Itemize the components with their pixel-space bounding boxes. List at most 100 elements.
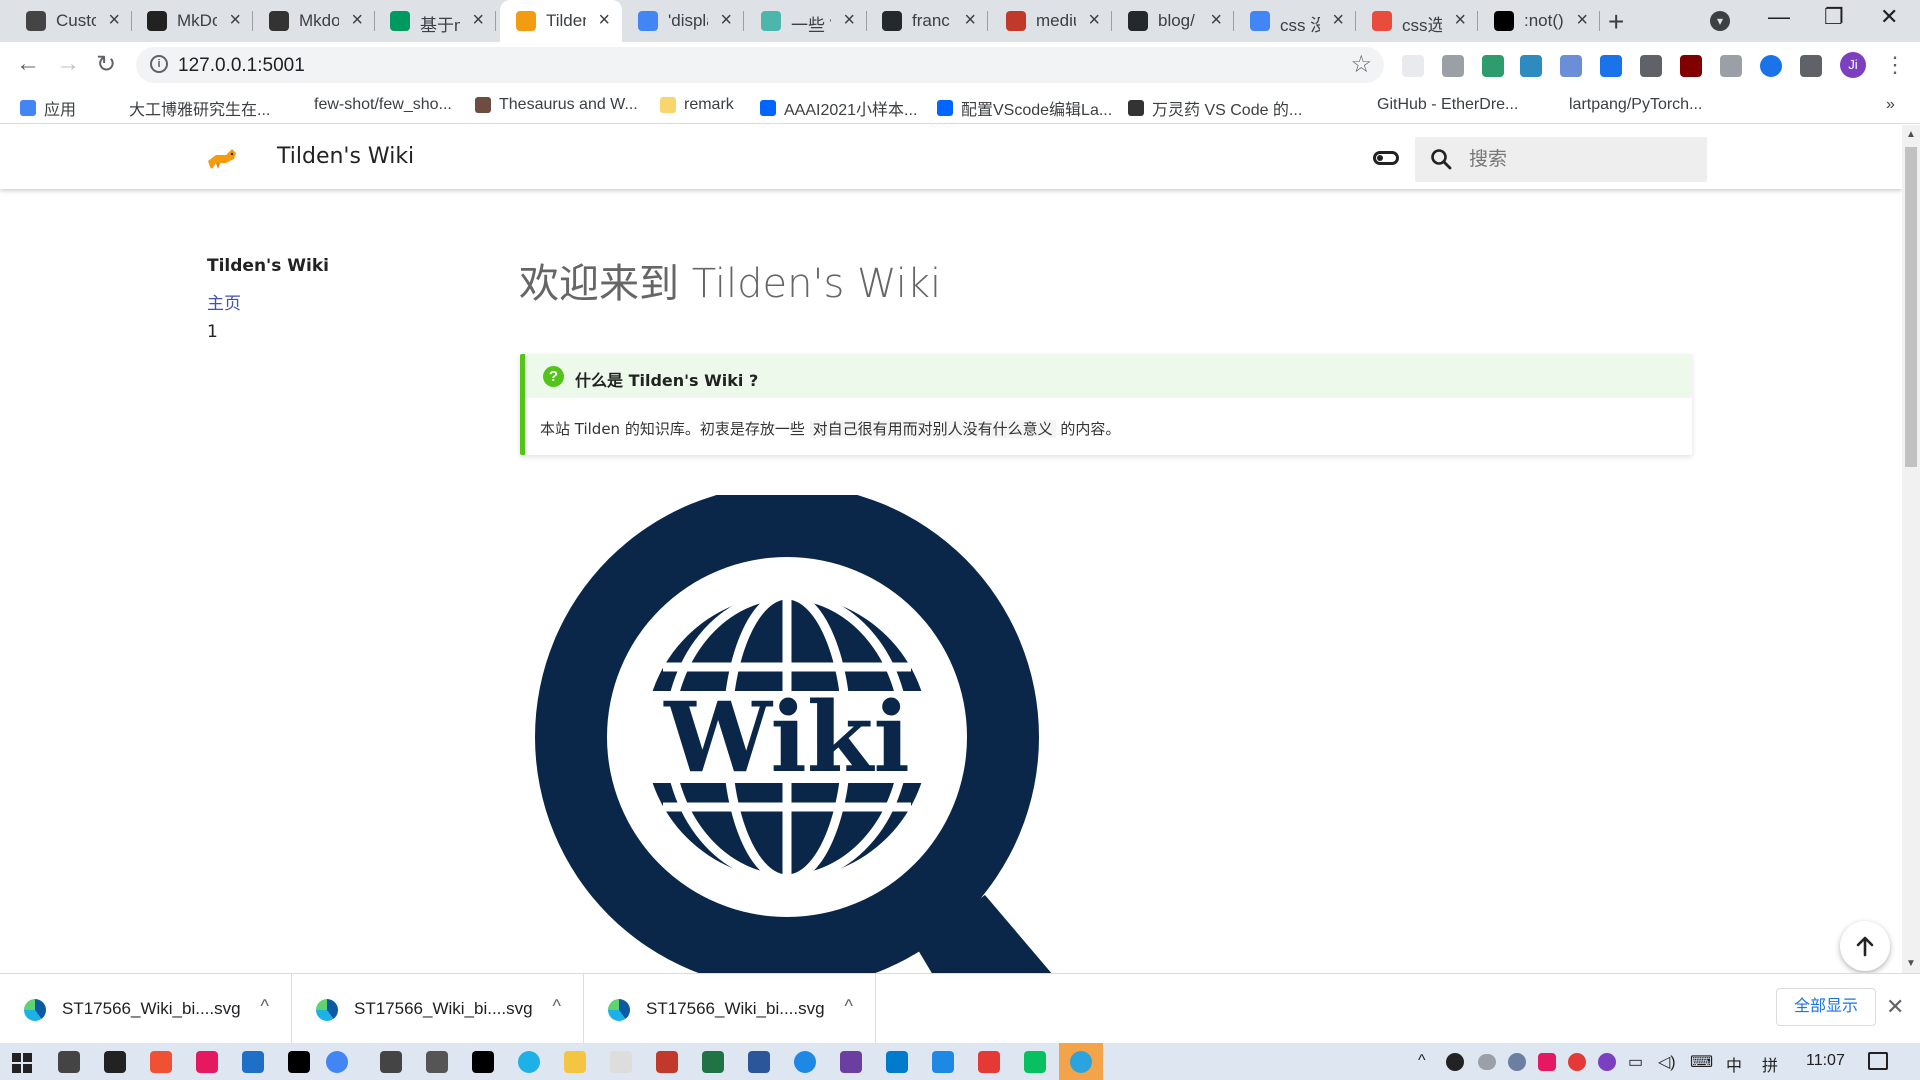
settings-icon[interactable] <box>380 1051 402 1073</box>
app-icon[interactable] <box>196 1051 218 1073</box>
close-download-bar-icon[interactable]: ✕ <box>1886 994 1904 1020</box>
reload-button[interactable]: ↻ <box>96 50 116 79</box>
nav-item-home[interactable]: 主页 <box>207 289 241 314</box>
stats-extension-icon[interactable] <box>1640 55 1662 77</box>
webstorm-icon[interactable] <box>288 1051 310 1073</box>
url-text[interactable]: 127.0.0.1:5001 <box>178 55 305 77</box>
bookmark-label[interactable]: lartpang/PyTorch... <box>1569 96 1702 114</box>
bookmark-item[interactable]: Thesaurus and W... <box>475 96 638 114</box>
tab-title[interactable]: mediu <box>1036 11 1076 31</box>
bookmark-item[interactable]: AAAI2021小样本... <box>760 96 917 120</box>
cloud-extension-icon[interactable] <box>1402 55 1424 77</box>
typora-icon[interactable] <box>610 1051 632 1073</box>
browser-tab[interactable]: css选 × <box>1356 0 1478 42</box>
app-icon[interactable] <box>932 1051 954 1073</box>
show-all-downloads-button[interactable]: 全部显示 <box>1776 988 1876 1026</box>
tab-title[interactable]: 一些 V <box>791 11 831 36</box>
ublock-extension-icon[interactable] <box>1680 55 1702 77</box>
browser-tab[interactable]: Tilden × <box>500 0 622 42</box>
new-tab-button[interactable]: + <box>1608 6 1624 38</box>
bookmark-label[interactable]: GitHub - EtherDre... <box>1377 96 1518 114</box>
site-search[interactable] <box>1415 137 1707 182</box>
chevron-up-icon[interactable]: ^ <box>261 996 269 1017</box>
close-window-button[interactable]: ✕ <box>1880 4 1898 30</box>
scroll-up-arrow-icon[interactable]: ▲ <box>1906 129 1916 140</box>
bookmark-item[interactable]: few-shot/few_sho... <box>290 96 452 114</box>
keyboard-icon[interactable]: ⌨ <box>1690 1052 1713 1072</box>
tab-close-icon[interactable]: × <box>1454 9 1466 32</box>
task-view-icon[interactable] <box>58 1051 80 1073</box>
tab-close-icon[interactable]: × <box>108 9 120 32</box>
browser-tab[interactable]: 一些 V × <box>745 0 867 42</box>
download-item[interactable]: ST17566_Wiki_bi....svg ^ <box>584 974 876 1044</box>
site-name[interactable]: Tilden's Wiki <box>277 144 414 169</box>
corgi-logo-icon[interactable] <box>206 145 238 171</box>
tab-close-icon[interactable]: × <box>1576 9 1588 32</box>
tab-title[interactable]: Custo <box>56 11 96 31</box>
browser-tab[interactable]: blog/ × <box>1112 0 1234 42</box>
bookmark-label[interactable]: 大工博雅研究生在... <box>129 96 270 120</box>
terminal-icon[interactable] <box>104 1051 126 1073</box>
bookmarks-overflow-icon[interactable]: » <box>1886 96 1895 114</box>
tab-close-icon[interactable]: × <box>598 9 610 32</box>
tab-title[interactable]: 基于m <box>420 11 460 36</box>
browser-tab[interactable]: css 没 × <box>1234 0 1356 42</box>
forward-button[interactable]: → <box>56 50 80 78</box>
back-button[interactable]: ← <box>16 50 40 78</box>
browser-menu-icon[interactable]: ⋮ <box>1884 52 1906 78</box>
app-tray-icon[interactable] <box>1538 1053 1556 1071</box>
tab-title[interactable]: css 没 <box>1280 11 1320 36</box>
browser-tab[interactable]: MkDo × <box>131 0 253 42</box>
browser-tab[interactable]: mediu × <box>990 0 1112 42</box>
tab-close-icon[interactable]: × <box>1332 9 1344 32</box>
cloud-tray-icon[interactable] <box>1478 1054 1496 1070</box>
bookmark-label[interactable]: few-shot/few_sho... <box>314 96 452 114</box>
theme-toggle-icon[interactable] <box>1373 151 1399 165</box>
volume-icon[interactable]: ◁) <box>1658 1052 1676 1072</box>
maximize-button[interactable]: ❐ <box>1824 4 1844 30</box>
ime-mode[interactable]: 拼 <box>1762 1052 1778 1076</box>
s-extension-icon[interactable] <box>1482 55 1504 77</box>
tray-overflow-icon[interactable]: ^ <box>1418 1052 1426 1070</box>
scrollbar-thumb[interactable] <box>1905 147 1917 467</box>
calculator-icon[interactable] <box>426 1051 448 1073</box>
chevron-up-icon[interactable]: ^ <box>553 996 561 1017</box>
bookmark-star-icon[interactable]: ☆ <box>1350 50 1372 79</box>
bookmark-item[interactable]: remark <box>660 96 734 114</box>
tab-title[interactable]: Mkdo <box>299 11 339 31</box>
netease-music-icon[interactable] <box>978 1051 1000 1073</box>
app-icon[interactable] <box>794 1051 816 1073</box>
screenshot-extension-icon[interactable] <box>1520 55 1542 77</box>
file-explorer-icon[interactable] <box>564 1051 586 1073</box>
bookmark-item[interactable]: 配置VScode编辑La... <box>937 96 1112 120</box>
tab-close-icon[interactable]: × <box>1088 9 1100 32</box>
scroll-down-arrow-icon[interactable]: ▼ <box>1906 958 1916 969</box>
tab-title[interactable]: blog/ <box>1158 11 1198 31</box>
back-to-top-button[interactable] <box>1840 921 1890 971</box>
vpn-extension-icon[interactable] <box>1600 55 1622 77</box>
extensions-puzzle-icon[interactable] <box>1800 55 1822 77</box>
intellij-icon[interactable] <box>472 1051 494 1073</box>
browser-tab[interactable]: 'displa × <box>622 0 744 42</box>
tab-title[interactable]: Tilden <box>546 11 586 31</box>
download-filename[interactable]: ST17566_Wiki_bi....svg <box>354 999 533 1019</box>
browser-tab[interactable]: :not() × <box>1478 0 1600 42</box>
git-icon[interactable] <box>150 1051 172 1073</box>
tab-title[interactable]: 'displa <box>668 11 708 31</box>
site-info-icon[interactable]: i <box>150 55 168 73</box>
netease-tray-icon[interactable] <box>1568 1053 1586 1071</box>
tab-title[interactable]: css选 <box>1402 11 1442 36</box>
bookmark-item[interactable]: lartpang/PyTorch... <box>1545 96 1702 114</box>
download-item[interactable]: ST17566_Wiki_bi....svg ^ <box>0 974 292 1044</box>
bookmark-label[interactable]: 万灵药 VS Code 的... <box>1152 96 1302 120</box>
chrome-icon[interactable] <box>326 1051 348 1073</box>
system-clock[interactable]: 11:07 <box>1806 1052 1845 1070</box>
qq-tray-icon[interactable] <box>1446 1053 1464 1071</box>
download-item[interactable]: ST17566_Wiki_bi....svg ^ <box>292 974 584 1044</box>
download-filename[interactable]: ST17566_Wiki_bi....svg <box>62 999 241 1019</box>
tab-close-icon[interactable]: × <box>964 9 976 32</box>
tab-search-icon[interactable]: ▾ <box>1710 11 1730 31</box>
bookmark-item[interactable]: GitHub - EtherDre... <box>1353 96 1518 114</box>
bookmark-label[interactable]: AAAI2021小样本... <box>784 96 917 120</box>
bookmark-item[interactable]: 应用 <box>20 96 76 120</box>
